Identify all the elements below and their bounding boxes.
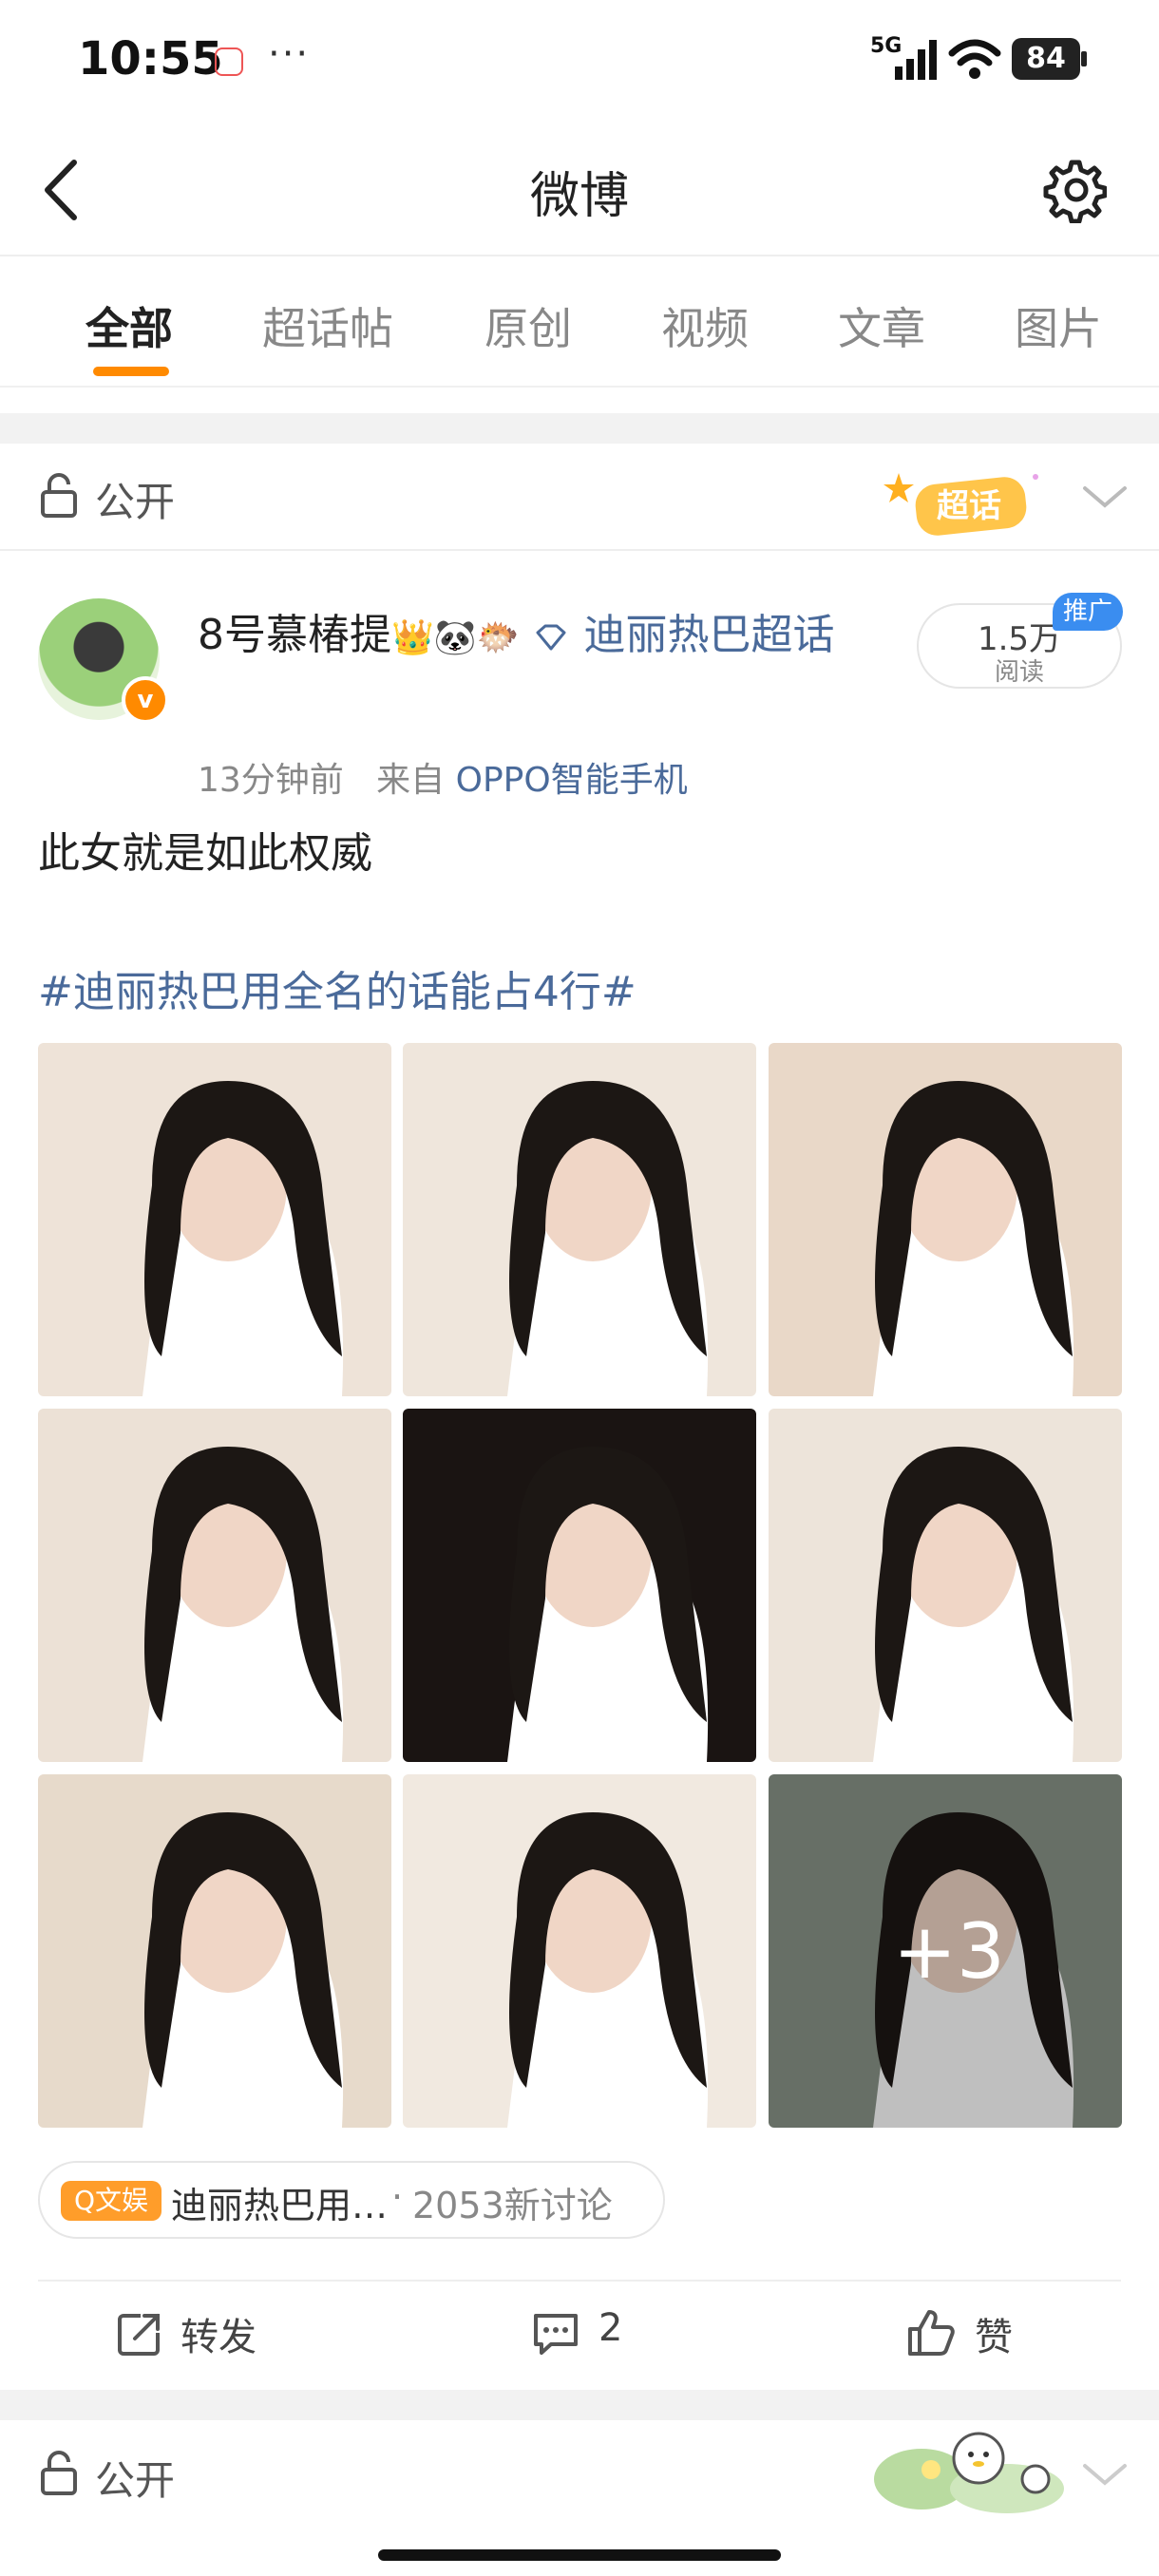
post-text: 此女就是如此权威 [38,829,372,878]
post-source[interactable]: OPPO智能手机 [456,761,688,800]
post-photo[interactable] [38,1043,391,1396]
sticker-decoration [874,2432,1064,2513]
tab-articles[interactable]: 文章 [838,294,925,357]
post-author[interactable]: 8号慕椿提👑🐼🐡 迪丽热巴超话 [198,600,882,673]
verified-badge: v [122,676,169,724]
topic-discussion-count: 2053新讨论 [412,2185,613,2226]
next-visibility-label: 公开 [95,2457,176,2504]
like-button[interactable]: 赞 [975,2306,1013,2361]
battery-tip [1081,51,1087,66]
wifi-icon [948,39,1001,79]
post-photo[interactable] [403,1774,756,2128]
username-text[interactable]: 8号慕椿提 [198,611,391,659]
user-emoji-badges: 👑🐼🐡 [391,618,520,657]
topic-separator: · [391,2176,404,2218]
comment-count[interactable]: 2 [598,2306,622,2350]
comment-icon[interactable] [532,2312,580,2356]
lock-icon [41,2451,77,2495]
home-indicator[interactable] [378,2549,781,2561]
post-photo[interactable] [403,1043,756,1396]
chevron-down-icon[interactable] [1081,483,1129,511]
source-prefix: 来自 [376,761,446,800]
active-tab-indicator [93,367,169,376]
like-icon[interactable] [906,2308,956,2358]
chaohua-badge-text: 超话 [937,487,1001,525]
tab-all[interactable]: 全部 [86,294,173,357]
post-photo[interactable] [769,1043,1122,1396]
tab-images[interactable]: 图片 [1015,294,1102,357]
post-photo[interactable] [769,1409,1122,1762]
post-hashtag[interactable]: #迪丽热巴用全名的话能占4行# [38,957,636,1018]
section-divider [0,413,1159,444]
tab-video[interactable]: 视频 [661,294,749,357]
status-time: 10:55 [78,32,223,85]
diamond-icon [536,624,566,651]
chevron-down-icon[interactable] [1081,2460,1129,2489]
page-title: 微博 [529,168,629,225]
repost-button[interactable]: 转发 [180,2306,256,2361]
more-notifications-icon: ··· [268,32,311,76]
post-time: 13分钟前 [198,761,344,800]
battery-level: 84 [1012,38,1080,80]
more-photos-count: +3 [893,1907,1005,1996]
read-label: 阅读 [994,658,1044,687]
post-photo[interactable] [403,1409,756,1762]
post-meta: 13分钟前 来自 OPPO智能手机 [198,752,688,802]
chaohua-topic-link[interactable]: 迪丽热巴超话 [583,611,834,659]
tab-bar [0,258,1159,388]
visibility-label: 公开 [95,479,176,525]
post-photo[interactable] [38,1774,391,2128]
tab-chaohua-posts[interactable]: 超话帖 [262,294,393,357]
topic-name[interactable]: 迪丽热巴用… [171,2176,388,2228]
tab-original[interactable]: 原创 [484,294,572,357]
notification-app-icon [215,47,243,76]
lock-icon [41,473,77,518]
chaohua-badge: 超话 [884,473,1038,536]
topic-category-tag: Q文娱 [61,2181,162,2221]
gear-icon[interactable] [1040,157,1107,223]
promo-badge: 推广 [1053,593,1123,631]
post-photo[interactable] [38,1409,391,1762]
repost-icon[interactable] [116,2310,163,2358]
signal-icon [895,40,937,80]
